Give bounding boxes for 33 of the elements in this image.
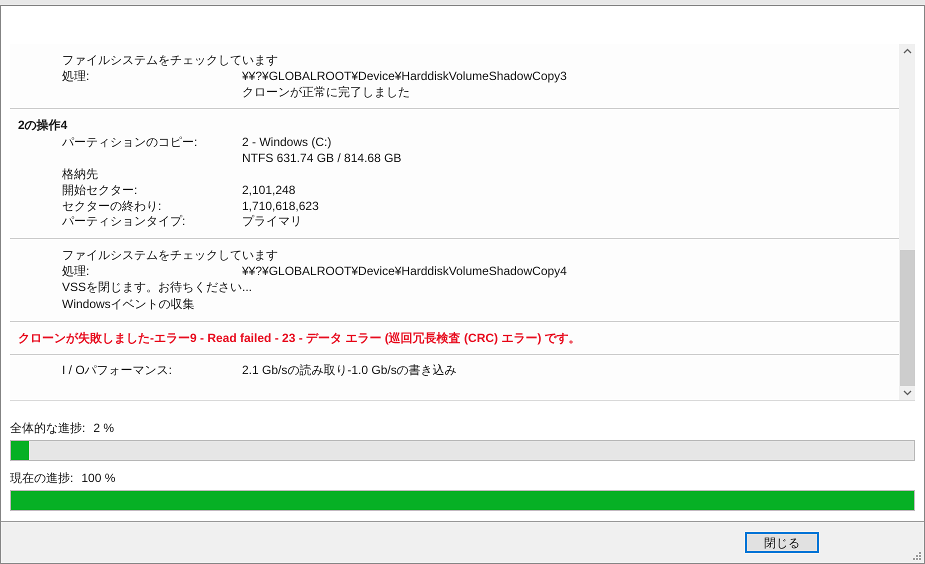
progress-reading: 100 % bbox=[81, 470, 116, 486]
error-message: クローンが失敗しました-エラー9 - Read failed - 23 - データ エラー (巡回冗長検査 (CRC) エラー) です。 bbox=[17, 330, 582, 346]
log-text: 格納先 bbox=[61, 166, 99, 182]
section-heading: 2の操作4 bbox=[17, 117, 68, 134]
field-value: NTFS 631.74 GB / 814.68 GB bbox=[242, 150, 402, 166]
field-label: パーティションのコピー: bbox=[61, 135, 198, 151]
field-label: パーティションタイプ: bbox=[61, 214, 186, 230]
scroll-down-icon[interactable] bbox=[902, 390, 912, 396]
log-text: VSSを閉じます。お待ちください... bbox=[61, 279, 254, 295]
field-value: ¥¥?¥GLOBALROOT¥Device¥HarddiskVolumeShadowCopy4 bbox=[242, 264, 567, 279]
field-value: 2,101,248 bbox=[242, 183, 296, 198]
field-value: 2 - Windows (C:) bbox=[242, 135, 332, 150]
log-text: ファイルシステムをチェックしています bbox=[61, 52, 279, 68]
field-label: 開始セクター: bbox=[61, 183, 138, 198]
field-label: I / Oパフォーマンス: bbox=[61, 363, 174, 378]
progress-reading: 2 % bbox=[93, 420, 114, 436]
field-label: 処理: bbox=[61, 69, 90, 85]
field-value: 1,710,618,623 bbox=[242, 198, 319, 214]
log-text: Windowsイベントの収集 bbox=[61, 296, 196, 312]
field-value: ¥¥?¥GLOBALROOT¥Device¥HarddiskVolumeShadowCopy3 bbox=[242, 69, 567, 84]
field-label: セクターの終わり: bbox=[61, 198, 162, 214]
field-value: クローンが正常に完了しました bbox=[242, 84, 411, 100]
scroll-up-icon[interactable] bbox=[902, 48, 912, 54]
scrollbar[interactable] bbox=[899, 44, 915, 400]
progress-label: 現在の進捗: bbox=[10, 470, 74, 486]
close-button[interactable]: 閉じる bbox=[745, 532, 819, 553]
field-value: 2.1 Gb/sの読み取り-1.0 Gb/sの書き込み bbox=[242, 363, 457, 378]
progress-label: 全体的な進捗: bbox=[10, 420, 86, 436]
field-label: 処理: bbox=[61, 264, 90, 279]
field-value: プライマリ bbox=[242, 214, 302, 230]
resize-grip-icon[interactable] bbox=[912, 551, 922, 561]
log-text: ファイルシステムをチェックしています bbox=[61, 246, 279, 262]
scroll-thumb[interactable] bbox=[900, 250, 914, 386]
